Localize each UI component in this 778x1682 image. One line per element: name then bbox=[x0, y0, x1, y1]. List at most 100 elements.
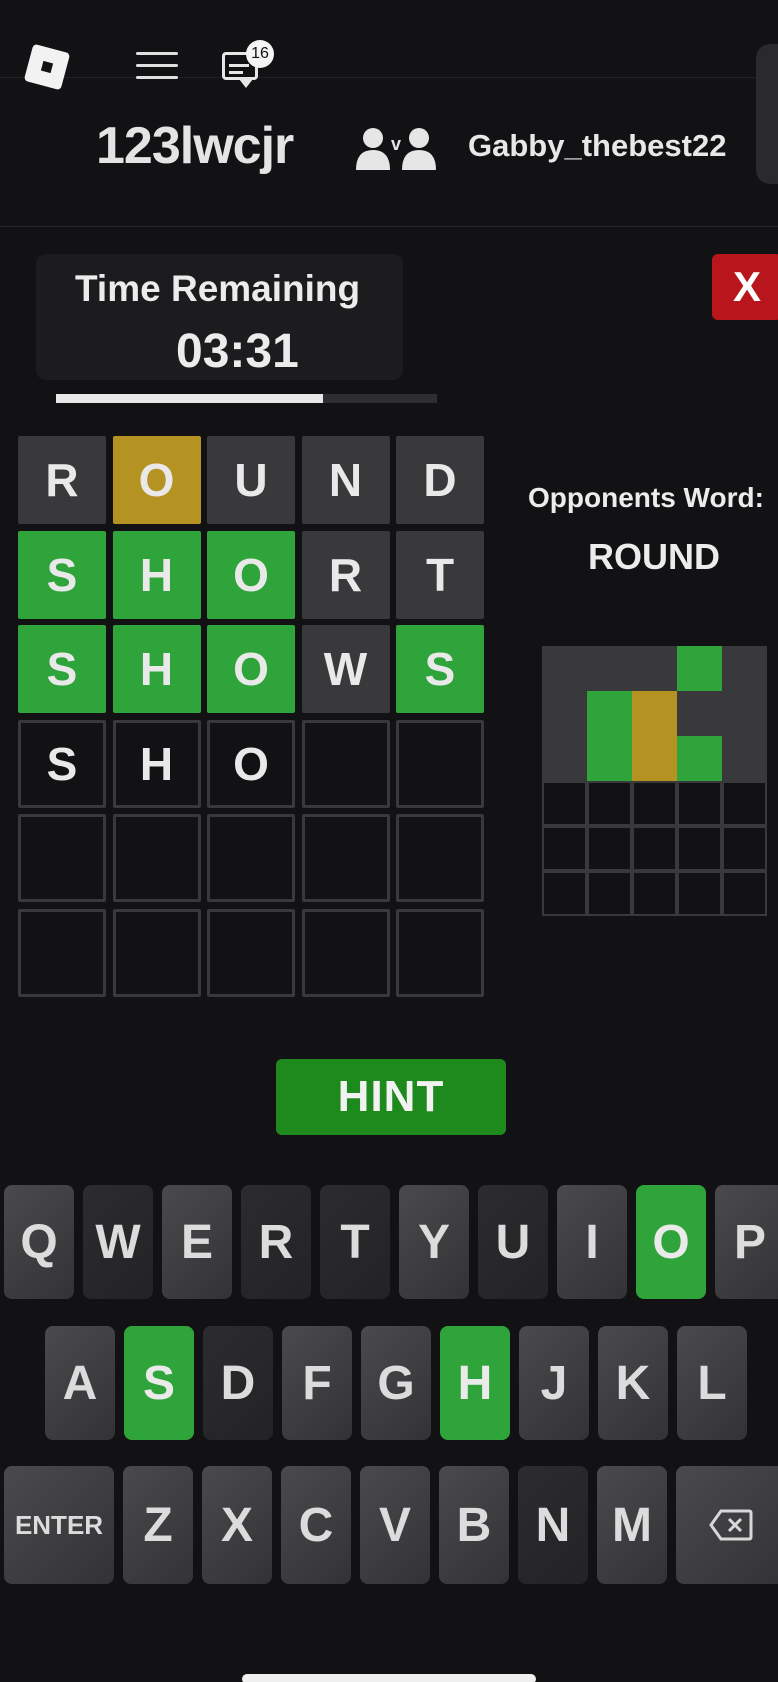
opponent-tile bbox=[722, 646, 767, 691]
key-e[interactable]: E bbox=[162, 1185, 232, 1299]
board-tile: S bbox=[18, 625, 106, 713]
opponent-tile bbox=[542, 826, 587, 871]
board-tile: T bbox=[396, 530, 484, 619]
opponent-tile bbox=[677, 691, 722, 736]
key-b[interactable]: B bbox=[439, 1466, 509, 1584]
hint-button[interactable]: HINT bbox=[276, 1059, 506, 1135]
header-divider bbox=[0, 226, 778, 227]
opponent-tile bbox=[632, 781, 677, 826]
board-tile: S bbox=[396, 625, 484, 713]
opponent-tile bbox=[542, 781, 587, 826]
opponent-word-label: Opponents Word: bbox=[528, 482, 764, 513]
key-k[interactable]: K bbox=[598, 1326, 668, 1440]
opponent-tile bbox=[587, 736, 632, 781]
opponent-word: ROUND bbox=[588, 536, 720, 577]
opponent-tile bbox=[677, 646, 722, 691]
board-tile bbox=[18, 908, 106, 997]
board-tile: O bbox=[207, 625, 295, 713]
backspace-key[interactable] bbox=[676, 1466, 778, 1584]
key-z[interactable]: Z bbox=[123, 1466, 193, 1584]
board-tile: N bbox=[301, 436, 390, 524]
key-l[interactable]: L bbox=[677, 1326, 747, 1440]
timer-value: 03:31 bbox=[176, 325, 299, 378]
svg-text:v: v bbox=[391, 134, 401, 154]
key-h[interactable]: H bbox=[440, 1326, 510, 1440]
key-u[interactable]: U bbox=[478, 1185, 548, 1299]
opponent-tile bbox=[587, 691, 632, 736]
key-enter[interactable]: ENTER bbox=[4, 1466, 114, 1584]
key-m[interactable]: M bbox=[597, 1466, 667, 1584]
key-d[interactable]: D bbox=[203, 1326, 273, 1440]
top-bar: 16 bbox=[0, 0, 778, 91]
key-s[interactable]: S bbox=[124, 1326, 194, 1440]
opponent-tile bbox=[587, 646, 632, 691]
key-a[interactable]: A bbox=[45, 1326, 115, 1440]
key-y[interactable]: Y bbox=[399, 1185, 469, 1299]
board-tile: S bbox=[18, 530, 106, 619]
opponent-tile bbox=[542, 871, 587, 916]
key-o[interactable]: O bbox=[636, 1185, 706, 1299]
board-tile bbox=[112, 908, 201, 997]
board-tile bbox=[396, 814, 484, 902]
opponent-tile bbox=[632, 826, 677, 871]
roblox-logo-icon[interactable] bbox=[23, 43, 71, 91]
board-tile bbox=[396, 719, 484, 808]
opponent-tile bbox=[677, 826, 722, 871]
opponent-tile bbox=[632, 871, 677, 916]
hamburger-menu-icon[interactable] bbox=[136, 52, 178, 82]
opponent-tile bbox=[722, 691, 767, 736]
key-r[interactable]: R bbox=[241, 1185, 311, 1299]
key-c[interactable]: C bbox=[281, 1466, 351, 1584]
key-v[interactable]: V bbox=[360, 1466, 430, 1584]
opponent-tile bbox=[632, 691, 677, 736]
board-tile: R bbox=[18, 436, 106, 524]
opponent-tile bbox=[542, 691, 587, 736]
opponent-tile bbox=[677, 736, 722, 781]
board-tile bbox=[301, 719, 390, 808]
opponent-tile bbox=[632, 646, 677, 691]
versus-players-icon: v bbox=[356, 128, 436, 170]
key-w[interactable]: W bbox=[83, 1185, 153, 1299]
timer-progress-fill bbox=[56, 394, 323, 403]
side-panel-handle[interactable] bbox=[756, 44, 778, 184]
key-j[interactable]: J bbox=[519, 1326, 589, 1440]
close-button[interactable]: X bbox=[712, 254, 778, 320]
timer-progress-bar bbox=[56, 394, 437, 403]
opponent-tile bbox=[542, 646, 587, 691]
opponent-tile bbox=[632, 736, 677, 781]
chat-notification-badge: 16 bbox=[246, 40, 274, 68]
board-tile bbox=[18, 814, 106, 902]
board-tile bbox=[207, 908, 295, 997]
key-n[interactable]: N bbox=[518, 1466, 588, 1584]
key-x[interactable]: X bbox=[202, 1466, 272, 1584]
key-p[interactable]: P bbox=[715, 1185, 778, 1299]
player1-name: 123lwcjr bbox=[96, 117, 294, 175]
board-tile: W bbox=[301, 625, 390, 713]
board-tile bbox=[301, 908, 390, 997]
opponent-tile bbox=[722, 826, 767, 871]
home-indicator[interactable] bbox=[242, 1674, 536, 1682]
timer-label: Time Remaining bbox=[75, 268, 361, 309]
opponent-tile bbox=[587, 826, 632, 871]
backspace-icon bbox=[709, 1509, 753, 1541]
opponent-tile bbox=[542, 736, 587, 781]
opponent-tile bbox=[677, 871, 722, 916]
chat-icon[interactable]: 16 bbox=[220, 40, 274, 88]
board-tile: O bbox=[207, 719, 295, 808]
board-tile: D bbox=[396, 436, 484, 524]
board-tile: R bbox=[301, 530, 390, 619]
board-tile: O bbox=[112, 436, 201, 524]
board-tile: S bbox=[18, 719, 106, 808]
key-t[interactable]: T bbox=[320, 1185, 390, 1299]
key-i[interactable]: I bbox=[557, 1185, 627, 1299]
board-tile: H bbox=[112, 625, 201, 713]
board-tile: O bbox=[207, 530, 295, 619]
opponent-tile bbox=[722, 781, 767, 826]
opponent-tile bbox=[677, 781, 722, 826]
key-g[interactable]: G bbox=[361, 1326, 431, 1440]
key-q[interactable]: Q bbox=[4, 1185, 74, 1299]
board-tile: H bbox=[112, 719, 201, 808]
key-f[interactable]: F bbox=[282, 1326, 352, 1440]
board-tile: H bbox=[112, 530, 201, 619]
board-tile bbox=[207, 814, 295, 902]
